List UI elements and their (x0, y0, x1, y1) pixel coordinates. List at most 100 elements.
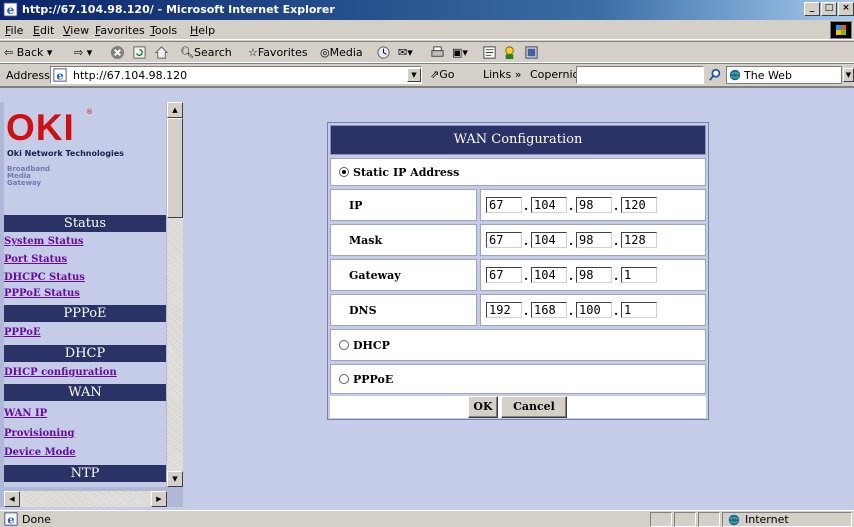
forward-button[interactable]: ⇨ ▾ (74, 46, 92, 59)
window-title-bar[interactable]: e http://67.104.98.120/ - Microsoft Inte… (0, 0, 854, 20)
home-icon[interactable] (154, 45, 169, 60)
discuss-icon[interactable] (482, 45, 497, 60)
media-button[interactable]: ◎Media (320, 46, 363, 59)
panel-title: WAN Configuration (330, 125, 706, 155)
page-content: OKI ® Oki Network Technologies Broadband… (0, 86, 854, 510)
menu-edit[interactable]: Edit (33, 24, 54, 37)
scroll-thumb[interactable] (167, 118, 183, 218)
nav-link-system-status[interactable]: System Status (4, 236, 84, 247)
dns-octet-1[interactable]: 192 (486, 302, 522, 318)
dns-label: DNS (349, 304, 377, 317)
static-ip-label: Static IP Address (353, 166, 460, 179)
windows-logo-icon (830, 21, 852, 39)
status-panel (674, 512, 696, 527)
gateway-octet-4[interactable]: 1 (621, 267, 657, 283)
menu-file[interactable]: File (5, 24, 23, 37)
print-icon[interactable] (430, 45, 445, 60)
search-button[interactable]: 🔍︎Search (180, 46, 232, 59)
left-frame: OKI ® Oki Network Technologies Broadband… (0, 102, 183, 507)
gateway-octet-2[interactable]: 104 (531, 267, 567, 283)
scroll-right-button[interactable]: ▶ (151, 491, 167, 507)
static-ip-radio[interactable] (339, 167, 349, 177)
status-bar: e Done Internet (0, 510, 854, 527)
internet-zone-icon (728, 514, 740, 526)
dns-label-cell: DNS (330, 294, 477, 326)
nav-menu: OKI ® Oki Network Technologies Broadband… (4, 102, 166, 487)
ok-button[interactable]: OK (468, 396, 498, 418)
button-row: OK Cancel (330, 396, 706, 418)
maximize-button[interactable]: □ (821, 2, 837, 16)
nav-link-dhcp-configuration[interactable]: DHCP configuration (4, 367, 117, 378)
copernic-search-input[interactable] (576, 66, 704, 84)
nav-link-port-status[interactable]: Port Status (4, 254, 67, 265)
cancel-button[interactable]: Cancel (501, 396, 567, 418)
nav-link-wan-ip[interactable]: WAN IP (4, 408, 47, 419)
nav-link-device-mode[interactable]: Device Mode (4, 447, 76, 458)
messenger-icon[interactable] (502, 45, 517, 60)
dhcp-row: DHCP (330, 329, 706, 361)
gateway-octet-1[interactable]: 67 (486, 267, 522, 283)
web-search-select[interactable]: The Web (726, 66, 842, 84)
section-wan: WAN (4, 384, 166, 401)
pppoe-radio[interactable] (339, 374, 349, 384)
address-dropdown-button[interactable]: ▼ (407, 68, 421, 82)
links-button[interactable]: Links » (483, 68, 522, 81)
dhcp-radio[interactable] (339, 340, 349, 350)
scroll-left-button[interactable]: ◀ (4, 491, 20, 507)
mail-button[interactable]: ✉▾ (398, 46, 413, 59)
refresh-icon[interactable] (132, 45, 147, 60)
web-search-dropdown[interactable]: ▼ (843, 68, 854, 82)
static-ip-row: Static IP Address (330, 158, 706, 186)
web-search-label: The Web (744, 69, 792, 82)
logo-description: Broadband Media Gateway (7, 165, 51, 187)
mask-octet-2[interactable]: 104 (531, 232, 567, 248)
dhcp-label: DHCP (353, 339, 390, 352)
gateway-value-cell: 67 . 104 . 98 . 1 (480, 259, 706, 291)
nav-link-pppoe-status[interactable]: PPPoE Status (4, 288, 80, 299)
menu-favorites[interactable]: Favorites (95, 24, 145, 37)
dns-octet-4[interactable]: 1 (621, 302, 657, 318)
gateway-octet-3[interactable]: 98 (576, 267, 612, 283)
toolbar: ⇦ Back ▾ ⇨ ▾ 🔍︎Search ☆Favorites ◎Media … (0, 41, 854, 63)
dns-octet-2[interactable]: 168 (531, 302, 567, 318)
menu-tools[interactable]: Tools (150, 24, 177, 37)
mask-octet-1[interactable]: 67 (486, 232, 522, 248)
close-button[interactable]: × (838, 2, 854, 16)
dns-octet-3[interactable]: 100 (576, 302, 612, 318)
nav-link-provisioning[interactable]: Provisioning (4, 428, 75, 439)
section-dhcp: DHCP (4, 345, 166, 362)
nav-link-pppoe[interactable]: PPPoE (4, 327, 41, 338)
address-input[interactable]: e http://67.104.98.120 (50, 66, 422, 84)
status-text: Done (22, 513, 51, 526)
mask-octet-4[interactable]: 128 (621, 232, 657, 248)
search-icon[interactable] (708, 68, 722, 82)
address-label: Address (6, 69, 50, 82)
pppoe-row: PPPoE (330, 364, 706, 394)
favorites-button[interactable]: ☆Favorites (248, 46, 308, 59)
scroll-down-button[interactable]: ▼ (167, 471, 183, 487)
gateway-label-cell: Gateway (330, 259, 477, 291)
mask-octet-3[interactable]: 98 (576, 232, 612, 248)
edit-button[interactable]: ▣▾ (452, 46, 468, 59)
mask-label: Mask (349, 234, 383, 247)
wan-configuration-panel: WAN Configuration Static IP Address IP 6… (327, 122, 709, 420)
ip-octet-3[interactable]: 98 (576, 197, 612, 213)
section-pppoe: PPPoE (4, 305, 166, 322)
history-icon[interactable] (376, 45, 391, 60)
nav-link-dhcpc-status[interactable]: DHCPC Status (4, 272, 85, 283)
go-button[interactable]: ⇗Go (430, 68, 454, 81)
menu-view[interactable]: View (63, 24, 89, 37)
nav-horizontal-scrollbar[interactable]: ◀ ▶ (4, 491, 167, 507)
scroll-up-button[interactable]: ▲ (167, 102, 183, 118)
research-icon[interactable] (524, 45, 539, 60)
menu-help[interactable]: Help (190, 24, 215, 37)
address-bar: Address e http://67.104.98.120 ▼ ⇗Go Lin… (0, 63, 854, 85)
nav-vertical-scrollbar[interactable]: ▲ ▼ (167, 102, 183, 487)
minimize-button[interactable]: _ (804, 2, 820, 16)
ip-octet-4[interactable]: 120 (621, 197, 657, 213)
page-icon: e (53, 68, 67, 82)
ip-octet-1[interactable]: 67 (486, 197, 522, 213)
stop-icon[interactable] (110, 45, 125, 60)
back-button[interactable]: ⇦ Back ▾ (4, 46, 52, 59)
ip-octet-2[interactable]: 104 (531, 197, 567, 213)
